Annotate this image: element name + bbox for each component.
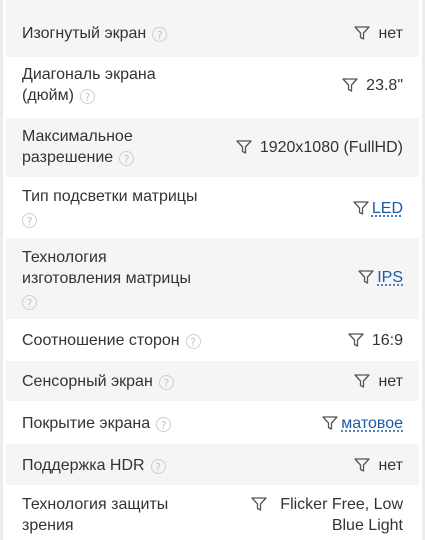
filter-icon[interactable]	[342, 78, 358, 92]
spec-value-line: Flicker Free, Low	[280, 496, 403, 513]
spec-value-link[interactable]: LED	[372, 200, 403, 217]
spec-label-line: Максимальное	[22, 128, 133, 145]
spec-row-hdr-support: Поддержка HDR? нет	[6, 444, 419, 486]
spec-label-line: (дюйм)	[22, 87, 74, 104]
help-icon[interactable]: ?	[150, 459, 166, 474]
filter-icon[interactable]	[348, 333, 364, 347]
spec-row-backlight-type: Тип подсветки матрицы ? LED	[6, 178, 419, 238]
spec-label: Тип подсветки матрицы ?	[22, 186, 232, 228]
spec-value: нет	[354, 455, 403, 476]
spec-value: нет	[354, 23, 403, 44]
spec-row-touch-screen: Сенсорный экран? нет	[6, 361, 419, 402]
specs-panel: Изогнутый экран? нет Диагональ экрана (д…	[0, 0, 425, 540]
spec-value: 16:9	[348, 330, 403, 351]
spec-value: 23.8"	[342, 75, 403, 96]
spec-value-link[interactable]: матовое	[341, 415, 403, 432]
spec-label: Технология изготовления матрицы ?	[22, 247, 232, 310]
spec-label-line: разрешение	[22, 149, 114, 166]
spec-value: 1920x1080 (FullHD)	[236, 137, 403, 158]
filter-icon[interactable]	[358, 270, 374, 284]
filter-icon[interactable]	[354, 26, 371, 40]
spec-row-screen-coating: Покрытие экрана? матовое	[6, 402, 419, 444]
help-icon[interactable]: ?	[152, 27, 168, 42]
filter-icon[interactable]	[353, 201, 369, 215]
spec-label-line: Технология защиты	[22, 496, 169, 513]
help-icon[interactable]: ?	[79, 89, 95, 104]
help-icon[interactable]: ?	[22, 213, 37, 228]
spec-row-eye-protection: Технология защиты зрения Flicker Free, L…	[6, 486, 419, 540]
spec-value: матовое	[322, 413, 403, 434]
help-icon[interactable]: ?	[158, 375, 174, 390]
spec-row-curved-screen: Изогнутый экран? нет	[6, 0, 419, 58]
spec-value-text: нет	[378, 457, 403, 474]
spec-label-text: Соотношение сторон	[22, 332, 180, 349]
spec-label: Диагональ экрана (дюйм)?	[22, 64, 232, 106]
help-icon[interactable]: ?	[156, 417, 172, 432]
spec-row-matrix-technology: Технология изготовления матрицы ? IPS	[6, 238, 419, 320]
spec-label: Изогнутый экран?	[22, 23, 232, 44]
spec-label: Максимальное разрешение?	[22, 126, 232, 168]
spec-label-text: Сенсорный экран	[22, 373, 153, 390]
spec-label-text: Изогнутый экран	[22, 25, 147, 42]
spec-label-line: Технология	[22, 249, 107, 266]
spec-value-line: Blue Light	[331, 517, 403, 534]
spec-row-aspect-ratio: Соотношение сторон? 16:9	[6, 320, 419, 361]
spec-value: Flicker Free, Low Blue Light	[251, 494, 403, 536]
help-icon[interactable]: ?	[22, 295, 37, 310]
spec-value-text: 1920x1080 (FullHD)	[259, 139, 403, 156]
spec-value: нет	[354, 371, 403, 392]
spec-value: IPS	[358, 267, 403, 288]
spec-label: Технология защиты зрения	[22, 494, 232, 536]
help-icon[interactable]: ?	[119, 151, 135, 166]
spec-label-line: Диагональ экрана	[22, 66, 156, 83]
spec-value-text: 16:9	[371, 332, 403, 349]
spec-value-link[interactable]: IPS	[377, 269, 403, 286]
spec-row-max-resolution: Максимальное разрешение? 1920x1080 (Full…	[6, 118, 419, 178]
filter-icon[interactable]	[251, 497, 267, 511]
spec-label-text: Поддержка HDR	[22, 457, 145, 474]
spec-label-line: зрения	[22, 517, 74, 534]
spec-value-text: 23.8"	[366, 77, 403, 94]
filter-icon[interactable]	[354, 374, 371, 388]
filter-icon[interactable]	[322, 416, 338, 430]
spec-label: Соотношение сторон?	[22, 330, 232, 351]
spec-label: Поддержка HDR?	[22, 455, 232, 476]
spec-value: LED	[353, 198, 403, 219]
spec-value-text: нет	[378, 373, 403, 390]
spec-label: Сенсорный экран?	[22, 371, 232, 392]
spec-value-text: нет	[378, 25, 403, 42]
spec-label-line: изготовления матрицы	[22, 270, 191, 287]
filter-icon[interactable]	[236, 140, 252, 154]
spec-label: Покрытие экрана?	[22, 413, 232, 434]
spec-label-text: Покрытие экрана	[22, 415, 151, 432]
filter-icon[interactable]	[354, 458, 371, 472]
spec-label-text: Тип подсветки матрицы	[22, 188, 198, 205]
spec-row-diagonal: Диагональ экрана (дюйм)? 23.8"	[6, 58, 419, 118]
help-icon[interactable]: ?	[185, 334, 201, 349]
